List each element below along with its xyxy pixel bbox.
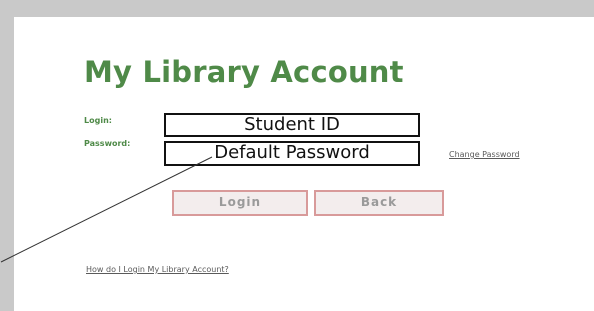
password-input[interactable]: Default Password	[164, 141, 420, 166]
top-border	[0, 0, 594, 17]
login-button[interactable]: Login	[172, 190, 308, 216]
back-button[interactable]: Back	[314, 190, 444, 216]
screenshot-frame: My Library Account Login: Password: Stud…	[0, 0, 594, 311]
help-link[interactable]: How do I Login My Library Account?	[86, 265, 229, 274]
page-title: My Library Account	[84, 55, 404, 89]
left-border	[0, 0, 14, 311]
login-label: Login:	[84, 116, 112, 125]
password-label: Password:	[84, 139, 131, 148]
login-input[interactable]: Student ID	[164, 113, 420, 137]
change-password-link[interactable]: Change Password	[449, 150, 520, 159]
